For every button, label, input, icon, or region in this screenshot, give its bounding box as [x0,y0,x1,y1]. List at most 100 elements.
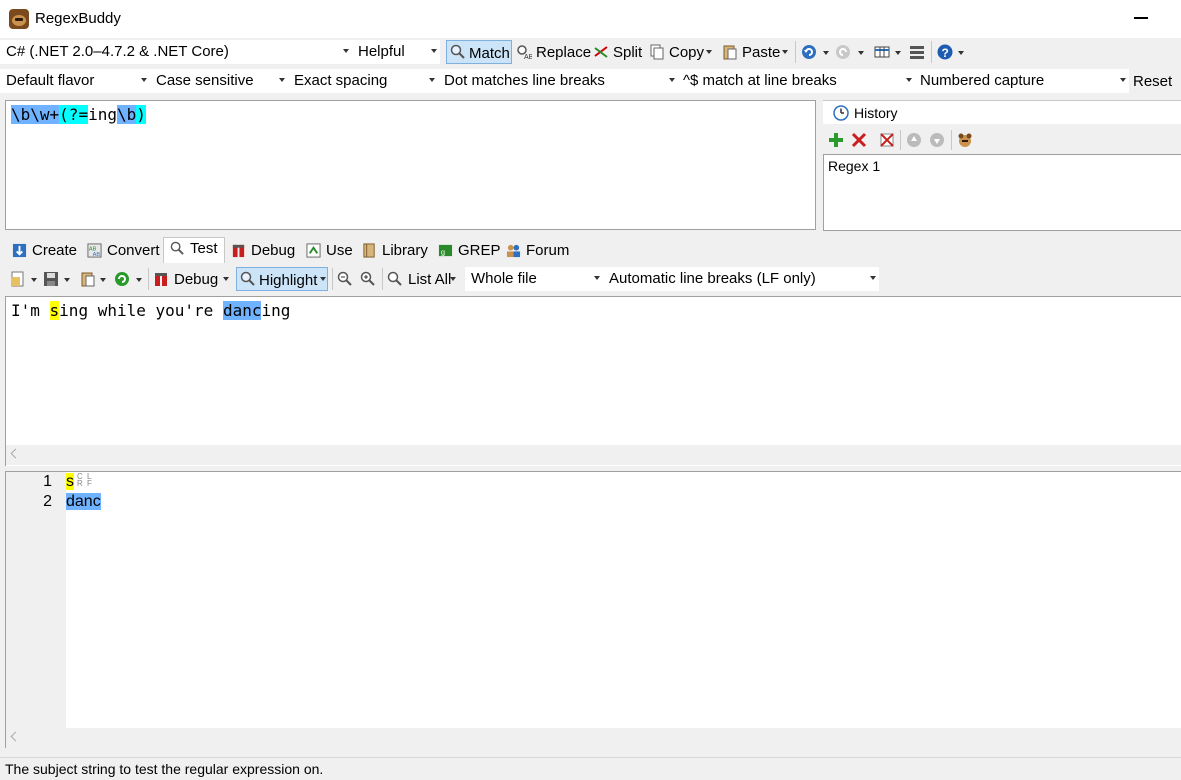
regex-token-word-chars: \w+ [30,105,60,124]
chevron-down-icon[interactable] [958,51,964,55]
tab-create[interactable]: Create [10,240,78,262]
split-button[interactable]: Split [591,40,642,64]
scope-select[interactable]: Whole file [465,267,603,291]
chevron-down-icon [431,49,437,53]
chevron-down-icon[interactable] [31,278,37,282]
status-bar: The subject string to test the regular e… [0,757,1181,780]
tab-convert[interactable]: AB AB Convert [85,240,161,262]
regex-text: \b\w+(?=ing\b) [11,105,146,124]
open-file-icon[interactable] [10,271,26,287]
regex-editor[interactable]: \b\w+(?=ing\b) [5,100,816,230]
case-select[interactable]: Case sensitive [150,69,288,93]
language-select[interactable]: C# (.NET 2.0–4.7.2 & .NET Core) [0,40,352,64]
tab-grep[interactable]: g GREP [436,240,501,262]
line-breaks-select[interactable]: Automatic line breaks (LF only) [603,267,879,291]
list-all-button[interactable]: List All [386,267,464,291]
helpfulness-select[interactable]: Helpful [352,40,440,64]
replace-icon: AB [517,45,532,60]
regexbuddy-logo-icon [9,9,29,29]
regex-token-lookahead-open: (?= [59,105,89,124]
magnifier-icon [450,44,465,59]
copy-icon [650,44,664,60]
svg-text:AB: AB [93,252,101,258]
tab-use[interactable]: Use [304,240,354,262]
replace-button[interactable]: AB Replace [514,40,591,64]
match-button[interactable]: Match [446,40,512,64]
window-title: RegexBuddy [35,10,121,27]
chevron-down-icon [320,277,326,281]
chevron-down-icon [343,49,349,53]
clock-icon [833,105,849,121]
chevron-down-icon[interactable] [823,51,829,55]
regex-token-lookahead-close: ) [136,105,146,124]
undo-icon[interactable] [801,44,817,60]
chevron-down-icon[interactable] [895,51,901,55]
chevron-down-icon[interactable] [64,278,70,282]
chevron-down-icon [1120,78,1126,82]
toolbar-separator [382,268,383,290]
copy-button[interactable]: Copy [647,40,713,64]
tab-forum[interactable]: Forum [504,240,572,262]
delete-all-icon[interactable] [879,132,895,148]
minimize-button[interactable] [1134,17,1148,19]
list-item[interactable]: danc [66,493,101,511]
chevron-down-icon [429,78,435,82]
list-view-icon[interactable] [909,44,925,60]
chevron-down-icon[interactable] [100,278,106,282]
test-subject-editor[interactable]: I'm sing while you're dancing [5,296,1181,466]
spacing-select[interactable]: Exact spacing [288,69,438,93]
chevron-down-icon [669,78,675,82]
dot-select[interactable]: Dot matches line breaks [438,69,678,93]
create-icon [12,243,27,258]
paste-icon[interactable] [80,271,96,287]
chevron-down-icon [450,277,456,281]
tab-test[interactable]: Test [168,238,223,260]
grep-icon: g [438,244,453,256]
list-item[interactable]: s [66,473,74,491]
capture-select[interactable]: Numbered capture [914,69,1129,93]
horizontal-scrollbar[interactable] [6,728,1181,748]
paste-icon [723,45,737,60]
flavor-select[interactable]: Default flavor [0,69,150,93]
toolbar-separator [148,268,149,290]
highlight-button[interactable]: Highlight [236,267,328,291]
chevron-down-icon [782,50,788,54]
paste-button[interactable]: Paste [720,40,790,64]
zoom-next-icon[interactable] [360,271,376,287]
match-highlight: s [49,301,60,320]
horizontal-scrollbar[interactable] [6,445,1181,465]
results-list[interactable]: 1 s C LR F 2 danc [5,471,1181,748]
status-text: The subject string to test the regular e… [5,761,324,777]
chevron-down-icon [706,50,712,54]
history-item[interactable]: Regex 1 [828,158,880,174]
chevron-down-icon [870,276,876,280]
tab-debug[interactable]: Debug [229,240,299,262]
anchors-select[interactable]: ^$ match at line breaks [677,69,915,93]
zoom-previous-icon[interactable] [337,271,353,287]
chevron-left-icon[interactable] [10,731,21,742]
regexbuddy-mascot-icon[interactable] [957,132,973,148]
move-up-icon[interactable] [906,132,922,148]
toolbar-separator [900,130,901,150]
redo-icon[interactable] [835,44,851,60]
grid-view-icon[interactable] [874,44,890,60]
magnifier-icon [170,241,184,255]
toolbar-separator [951,130,952,150]
chevron-down-icon[interactable] [136,278,142,282]
help-icon[interactable]: ? [937,44,953,60]
svg-text:g: g [441,247,445,256]
delete-icon[interactable] [851,132,867,148]
tab-library[interactable]: Library [360,240,428,262]
chevron-down-icon [141,78,147,82]
refresh-icon[interactable] [114,271,130,287]
move-down-icon[interactable] [929,132,945,148]
reset-button[interactable]: Reset [1129,69,1179,93]
chevron-down-icon[interactable] [858,51,864,55]
debug-button[interactable]: Debug [152,267,232,291]
save-icon[interactable] [43,271,59,287]
history-list[interactable]: Regex 1 [823,154,1181,231]
add-icon[interactable] [828,132,844,148]
regex-token-word-boundary: \b [11,105,31,124]
chevron-down-icon [223,277,229,281]
chevron-left-icon[interactable] [10,448,21,459]
